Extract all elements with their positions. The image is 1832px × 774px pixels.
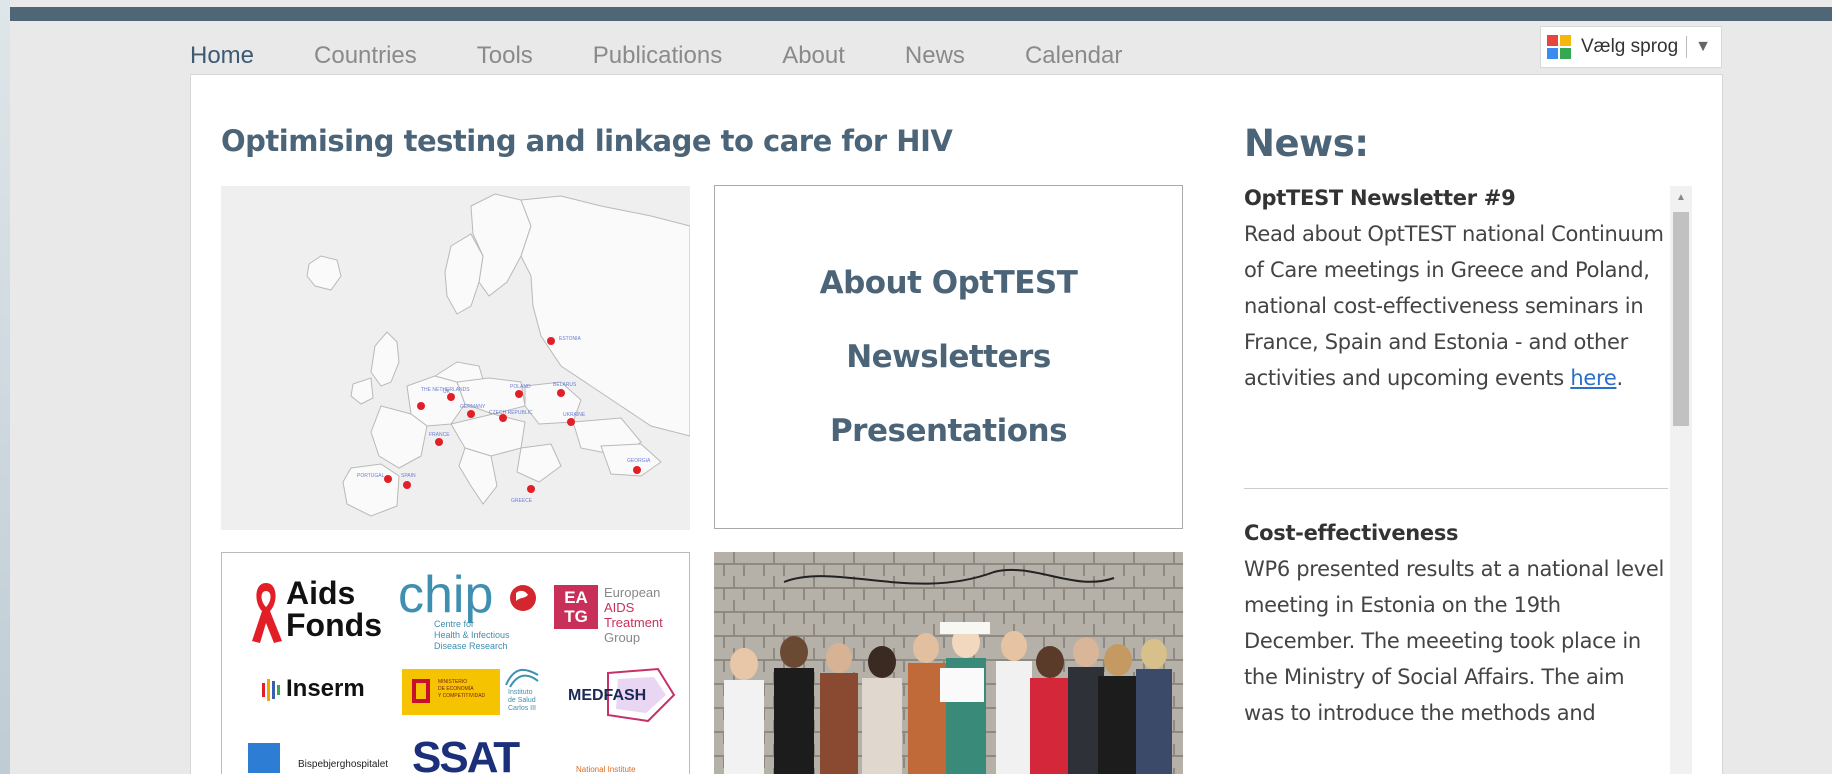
eatg-text-3: Group [604,630,641,645]
newsletters-link[interactable]: Newsletters [846,339,1051,375]
group-photo-image [714,552,1183,774]
eatg-text-1: European [604,585,661,600]
scroll-up-arrow-icon[interactable]: ▲ [1670,186,1692,208]
news-divider [1244,488,1668,489]
news-item-period: . [1616,366,1623,390]
nav-calendar[interactable]: Calendar [1025,42,1122,70]
isciii-3: Carlos III [508,705,537,712]
eatg-logo[interactable]: EA TG European AIDS Treatment Group [554,585,689,645]
chip-logo[interactable]: chip Centre for Health & Infectious Dise… [398,566,538,651]
aids-fonds-line1: Aids [286,575,356,611]
map-label: UKRAINE [563,412,586,418]
nav-countries[interactable]: Countries [314,42,417,70]
nav-publications[interactable]: Publications [593,42,722,70]
isciii-1: Instituto [508,689,533,696]
inserm-logo[interactable]: Inserm [262,675,392,705]
ssat-logo[interactable]: SSAT [412,733,532,774]
aids-fonds-logo[interactable]: Aids Fonds [246,577,386,647]
isciii-2: de Salud [508,697,536,704]
language-label: Vælg sprog [1581,36,1679,57]
map-label: GREECE [511,498,533,504]
map-label: BELARUS [553,382,577,388]
scroll-thumb[interactable] [1673,212,1689,426]
news-item-title: Cost-effectiveness [1244,521,1459,545]
map-label: CZECH REPUBLIC [489,410,533,416]
eatg-badge-2: TG [564,607,588,626]
nav-news[interactable]: News [905,42,965,70]
language-select[interactable]: Vælg sprog ▼ [1540,26,1722,68]
bispebjerg-logo[interactable]: Bispebjerghospitalet [248,743,388,773]
news-item-body: WP6 presented results at a national leve… [1244,557,1664,725]
eatg-text-2: AIDS Treatment [604,600,663,630]
national-institute-name: National Institute [576,765,636,774]
map-label: GEORGIA [627,458,651,464]
europe-map-graphic: ESTONIA THE NETHERLANDS UK GERMANY POLAN… [221,186,690,530]
bispebjerg-name: Bispebjerghospitalet [298,759,389,770]
page-edge [0,0,10,774]
news-heading: News: [1244,122,1369,165]
red-ribbon-icon [252,583,282,643]
partner-logos: Aids Fonds chip Centre for Health & Infe… [221,552,690,774]
news-item-text: Read about OptTEST national Continuum of… [1244,222,1664,390]
nav-tools[interactable]: Tools [477,42,533,70]
about-opttest-link[interactable]: About OptTEST [820,265,1078,301]
news-item-title: OptTEST Newsletter #9 [1244,186,1516,210]
map-label: UK [443,389,451,395]
chip-sub-1: Centre for [434,619,475,629]
medfash-logo[interactable]: MEDFASH [568,665,680,725]
nav-about[interactable]: About [782,42,845,70]
inserm-name: Inserm [286,675,365,702]
map-label: GERMANY [460,404,486,410]
eatg-badge-1: EA [564,588,588,607]
ministerio-3: Y COMPETITIVIDAD [438,693,486,699]
europe-map[interactable]: ESTONIA THE NETHERLANDS UK GERMANY POLAN… [221,186,690,530]
news-feed[interactable]: OptTEST Newsletter #9 Read about OptTEST… [1244,186,1692,774]
news-here-link[interactable]: here [1570,366,1616,390]
ssat-name: SSAT [412,733,520,774]
nav-home[interactable]: Home [190,42,254,70]
about-links-box: About OptTEST Newsletters Presentations [714,185,1183,529]
page-title: Optimising testing and linkage to care f… [221,124,953,158]
ministerio-logo[interactable]: MINISTERIO DE ECONOMÍA Y COMPETITIVIDAD [402,669,500,715]
map-label: FRANCE [429,432,450,438]
news-item: OptTEST Newsletter #9 Read about OptTEST… [1244,186,1668,396]
google-translate-icon [1547,35,1571,59]
presentations-link[interactable]: Presentations [830,413,1068,449]
chip-sub-2: Health & Infectious [434,630,510,640]
national-institute-logo[interactable]: National Institute [576,765,686,774]
isciii-mark-icon [505,668,539,688]
map-label: PORTUGAL [357,473,385,479]
aids-fonds-line2: Fonds [286,607,382,643]
main-nav: Home Countries Tools Publications About … [190,36,1182,76]
ministerio-2: DE ECONOMÍA [438,686,474,692]
inserm-mark-icon [262,679,280,701]
medfash-name: MEDFASH [568,687,647,704]
map-label: ESTONIA [559,336,582,342]
group-photo [714,552,1183,774]
news-scrollbar[interactable]: ▲ [1670,186,1692,774]
map-label: POLAND [510,384,531,390]
dropdown-arrow-icon: ▼ [1695,38,1712,55]
top-banner-bar [10,7,1832,21]
map-label: SPAIN [401,473,416,479]
separator [1686,36,1688,58]
news-item: Cost-effectiveness WP6 presented results… [1244,521,1668,731]
isciii-logo[interactable]: Instituto de Salud Carlos III [502,665,550,719]
globe-icon [510,585,536,611]
spain-crest-icon [412,679,430,703]
hospital-mark-icon [248,743,280,773]
chip-name: chip [398,566,494,624]
ministerio-1: MINISTERIO [438,679,468,685]
chip-sub-3: Disease Research [434,641,508,651]
news-item-body: Read about OptTEST national Continuum of… [1244,216,1668,396]
